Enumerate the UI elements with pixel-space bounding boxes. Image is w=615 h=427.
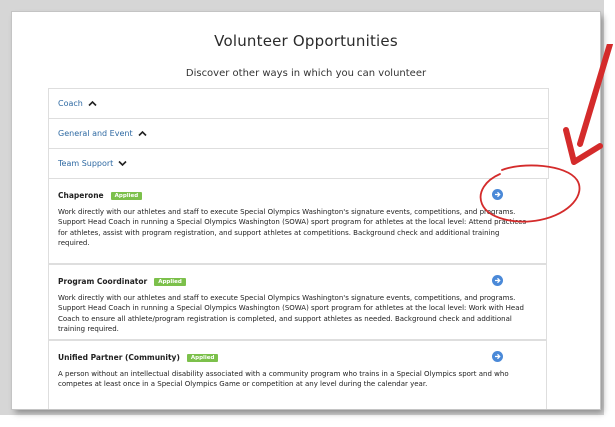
chevron-up-icon [138,130,147,137]
accordion-coach-label: Coach [58,99,83,108]
accordion-team-support-label: Team Support [58,159,114,168]
opportunity-title: Unified Partner (Community) [58,353,180,362]
opportunity-card-program-coordinator: Program Coordinator Applied Work directl… [48,264,547,340]
opportunity-description: A person without an intellectual disabil… [58,370,509,389]
chevron-up-icon [88,100,97,107]
status-badge: Applied [110,191,143,200]
opportunity-title: Program Coordinator [58,277,148,286]
opportunity-card-unified-partner: Unified Partner (Community) Applied A pe… [48,340,547,409]
chevron-down-icon [118,160,127,167]
page-subtitle: Discover other ways in which you can vol… [185,68,427,79]
arrow-right-circle-icon[interactable] [492,189,503,200]
category-accordion: Coach General and Event Team Support [48,88,549,179]
opportunity-description: Work directly with our athletes and staf… [58,208,527,247]
status-badge: Applied [186,353,219,362]
accordion-team-support[interactable]: Team Support [49,149,548,179]
accordion-general-event-label: General and Event [58,129,133,138]
opportunity-description: Work directly with our athletes and staf… [58,294,524,333]
status-badge: Applied [154,277,186,286]
arrow-right-circle-icon[interactable] [492,275,503,286]
accordion-general-event[interactable]: General and Event [49,119,548,149]
page-title: Volunteer Opportunities [214,32,398,50]
opportunity-card-chaperone: Chaperone Applied Work directly with our… [48,178,547,264]
arrow-right-circle-icon[interactable] [492,351,503,362]
accordion-coach[interactable]: Coach [49,89,548,119]
opportunity-title: Chaperone [58,191,104,200]
volunteer-page: Volunteer Opportunities Discover other w… [12,12,600,409]
